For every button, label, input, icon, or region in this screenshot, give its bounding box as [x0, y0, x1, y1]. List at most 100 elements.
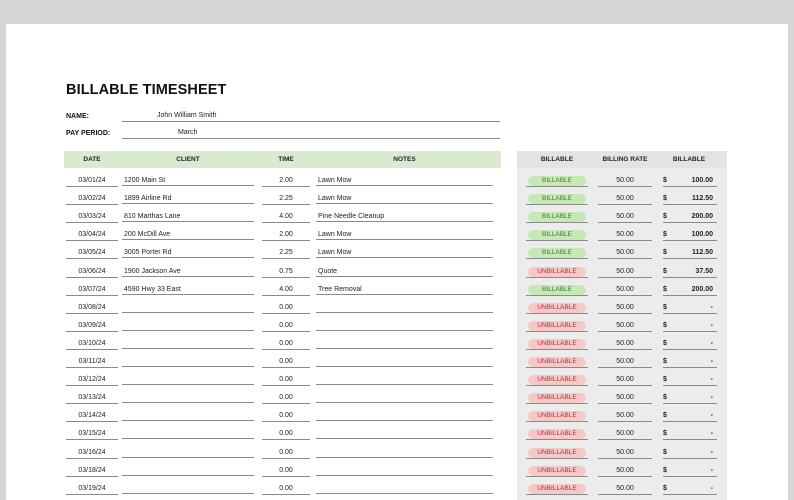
time-cell[interactable]: 0.00 — [262, 339, 310, 350]
client-cell[interactable] — [122, 339, 254, 349]
notes-cell[interactable] — [316, 448, 493, 458]
notes-cell[interactable] — [316, 303, 493, 313]
table-row: 03/09/24 0.00 UNBILLABLE 50.00 $ - — [6, 318, 788, 336]
date-cell[interactable]: 03/04/24 — [66, 230, 118, 242]
client-cell[interactable]: 810 Marthas Lane — [122, 212, 254, 223]
notes-cell[interactable]: Lawn Mow — [316, 176, 493, 186]
notes-cell[interactable]: Quote — [316, 267, 493, 277]
notes-cell[interactable] — [316, 321, 493, 331]
status-badge: UNBILLABLE — [528, 266, 586, 277]
table-row: 03/16/24 0.00 UNBILLABLE 50.00 $ - — [6, 445, 788, 463]
time-cell[interactable]: 0.00 — [262, 375, 310, 387]
status-badge: UNBILLABLE — [528, 429, 586, 440]
client-cell[interactable] — [122, 448, 254, 458]
client-cell[interactable] — [122, 429, 254, 440]
notes-cell[interactable]: Lawn Mow — [316, 230, 493, 241]
date-cell[interactable]: 03/13/24 — [66, 393, 118, 405]
client-cell[interactable] — [122, 321, 254, 331]
notes-cell[interactable] — [316, 411, 493, 422]
name-field[interactable]: John William Smith — [122, 110, 500, 122]
date-cell[interactable]: 03/16/24 — [66, 448, 118, 459]
client-cell[interactable] — [122, 411, 254, 422]
date-cell[interactable]: 03/05/24 — [66, 248, 118, 260]
date-cell[interactable]: 03/06/24 — [66, 267, 118, 278]
client-cell[interactable] — [122, 484, 254, 494]
time-cell[interactable]: 0.00 — [262, 466, 310, 477]
notes-cell[interactable]: Lawn Mow — [316, 194, 493, 205]
time-cell[interactable]: 2.00 — [262, 230, 310, 242]
date-cell[interactable]: 03/03/24 — [66, 212, 118, 224]
notes-cell[interactable] — [316, 466, 493, 476]
date-cell[interactable]: 03/15/24 — [66, 429, 118, 441]
time-cell[interactable]: 0.00 — [262, 484, 310, 495]
table-row: 03/18/24 0.00 UNBILLABLE 50.00 $ - — [6, 463, 788, 481]
time-cell[interactable]: 0.00 — [262, 303, 310, 314]
time-cell[interactable]: 0.00 — [262, 448, 310, 459]
amount-underline — [663, 421, 717, 423]
time-cell[interactable]: 2.25 — [262, 248, 310, 260]
time-cell[interactable]: 0.00 — [262, 393, 310, 405]
date-cell[interactable]: 03/12/24 — [66, 375, 118, 387]
notes-cell[interactable] — [316, 393, 493, 404]
time-cell[interactable]: 4.00 — [262, 285, 310, 296]
client-cell[interactable] — [122, 375, 254, 386]
date-cell[interactable]: 03/01/24 — [66, 176, 118, 187]
notes-cell[interactable] — [316, 339, 493, 349]
status-badge: BILLABLE — [528, 230, 586, 241]
date-cell[interactable]: 03/11/24 — [66, 357, 118, 368]
notes-cell[interactable] — [316, 375, 493, 386]
notes-cell[interactable] — [316, 357, 493, 367]
client-cell[interactable]: 1900 Jackson Ave — [122, 267, 254, 277]
time-cell[interactable]: 0.00 — [262, 429, 310, 441]
dollar-sign: $ — [663, 339, 667, 347]
notes-cell[interactable]: Lawn Mow — [316, 248, 493, 259]
date-cell[interactable]: 03/09/24 — [66, 321, 118, 332]
notes-cell[interactable] — [316, 484, 493, 494]
dollar-sign: $ — [663, 231, 667, 239]
date-cell[interactable]: 03/02/24 — [66, 194, 118, 206]
notes-cell[interactable]: Tree Removal — [316, 285, 493, 295]
page-title: BILLABLE TIMESHEET — [66, 82, 227, 98]
client-cell[interactable] — [122, 357, 254, 367]
date-cell[interactable]: 03/07/24 — [66, 285, 118, 296]
time-cell[interactable]: 2.25 — [262, 194, 310, 206]
date-cell[interactable]: 03/18/24 — [66, 466, 118, 477]
rate-cell: 50.00 — [598, 411, 652, 423]
amount-underline — [663, 403, 717, 405]
amount-cell: 200.00 — [691, 285, 713, 293]
amount-cell: - — [710, 484, 713, 492]
amount-underline — [663, 330, 717, 332]
date-cell[interactable]: 03/19/24 — [66, 484, 118, 495]
client-cell[interactable] — [122, 466, 254, 476]
time-cell[interactable]: 0.00 — [262, 321, 310, 332]
client-cell[interactable]: 200 McDill Ave — [122, 230, 254, 241]
time-cell[interactable]: 0.00 — [262, 357, 310, 368]
pay-period-field[interactable]: March — [122, 127, 500, 139]
client-cell[interactable]: 1899 Airline Rd — [122, 194, 254, 205]
table-row: 03/04/24 200 McDill Ave 2.00 Lawn Mow BILLAB… — [6, 227, 788, 245]
time-cell[interactable]: 4.00 — [262, 212, 310, 224]
notes-cell[interactable]: Pine Needle Cleanup — [316, 212, 493, 223]
notes-cell[interactable] — [316, 429, 493, 440]
date-cell[interactable]: 03/14/24 — [66, 411, 118, 423]
dollar-sign: $ — [663, 358, 667, 365]
client-cell[interactable] — [122, 393, 254, 404]
amount-cell: - — [710, 303, 713, 311]
date-cell[interactable]: 03/08/24 — [66, 303, 118, 314]
amount-cell: - — [710, 448, 713, 456]
amount-underline — [663, 367, 717, 368]
client-cell[interactable] — [122, 303, 254, 313]
table-row: 03/06/24 1900 Jackson Ave 0.75 Quote UNBILLA… — [6, 264, 788, 282]
time-cell[interactable]: 0.75 — [262, 267, 310, 278]
header-date: DATE — [83, 156, 101, 163]
table-row: 03/02/24 1899 Airline Rd 2.25 Lawn Mow BILLA… — [6, 191, 788, 209]
time-cell[interactable]: 2.00 — [262, 176, 310, 187]
client-cell[interactable]: 4590 Hwy 33 East — [122, 285, 254, 295]
client-cell[interactable]: 3005 Porter Rd — [122, 248, 254, 259]
amount-cell: - — [710, 394, 713, 402]
date-cell[interactable]: 03/10/24 — [66, 339, 118, 350]
client-cell[interactable]: 1200 Main St — [122, 176, 254, 186]
time-cell[interactable]: 0.00 — [262, 411, 310, 423]
amount-underline — [663, 258, 717, 260]
table-row: 03/12/24 0.00 UNBILLABLE 50.00 $ - — [6, 372, 788, 390]
